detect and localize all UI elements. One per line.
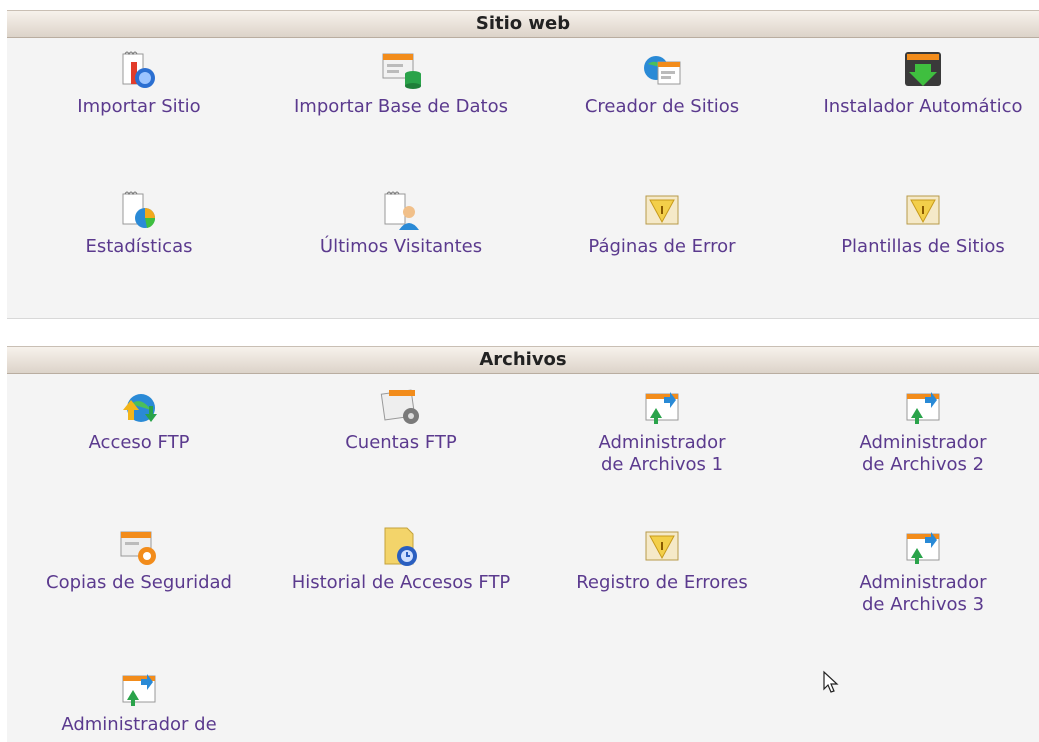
statistics-icon	[122, 191, 156, 228]
file-manager-2-button[interactable]: Administrador de Archivos 2	[795, 384, 1039, 476]
site-builder-icon	[644, 56, 681, 85]
item-label: Importar Base de Datos	[293, 96, 508, 117]
file-manager-icon	[906, 532, 940, 564]
item-label: Administrador de	[61, 714, 217, 735]
ftp-accounts-icon	[380, 389, 419, 424]
file-manager-icon	[906, 392, 940, 424]
item-label: Páginas de Error	[588, 236, 736, 257]
section-sitio-web: Sitio web Importar Sitio Importar Base d…	[7, 10, 1039, 319]
item-label: Administrador de Archivos 1	[598, 432, 726, 475]
ftp-access-icon	[123, 394, 157, 422]
auto-installer-icon	[905, 52, 941, 86]
error-log-icon	[645, 531, 679, 561]
section-archivos: Archivos Acceso FTP Cuentas FTP Administ…	[7, 346, 1039, 742]
item-label: Administrador de Archivos 3	[859, 572, 987, 615]
section-header: Archivos	[7, 346, 1039, 374]
site-templates-icon	[906, 195, 940, 225]
site-builder-button[interactable]: Creador de Sitios	[534, 48, 790, 118]
backup-icon	[120, 531, 156, 565]
file-manager-icon	[645, 392, 679, 424]
item-label: Estadísticas	[85, 236, 193, 257]
ftp-access-button[interactable]: Acceso FTP	[11, 384, 267, 454]
item-label: Cuentas FTP	[345, 432, 457, 453]
file-manager-1-button[interactable]: Administrador de Archivos 1	[534, 384, 790, 476]
import-site-icon	[122, 51, 155, 88]
item-label: Creador de Sitios	[584, 96, 740, 117]
backup-button[interactable]: Copias de Seguridad	[11, 524, 267, 594]
item-label: Últimos Visitantes	[319, 236, 483, 257]
item-label: Instalador Automático	[823, 96, 1023, 117]
error-pages-icon	[645, 195, 679, 225]
item-label: Administrador de Archivos 2	[859, 432, 987, 475]
file-manager-3-button[interactable]: Administrador de Archivos 3	[795, 524, 1039, 616]
item-label: Historial de Accesos FTP	[291, 572, 511, 593]
import-database-button[interactable]: Importar Base de Datos	[273, 48, 529, 118]
latest-visitors-button[interactable]: Últimos Visitantes	[273, 188, 529, 258]
file-manager-4-button[interactable]: Administrador de	[11, 666, 267, 736]
error-log-button[interactable]: Registro de Errores	[534, 524, 790, 594]
item-label: Importar Sitio	[77, 96, 201, 117]
ftp-history-icon	[384, 527, 417, 566]
import-site-button[interactable]: Importar Sitio	[11, 48, 267, 118]
item-label: Acceso FTP	[88, 432, 190, 453]
statistics-button[interactable]: Estadísticas	[11, 188, 267, 258]
file-manager-icon	[122, 674, 156, 706]
import-database-icon	[382, 53, 421, 89]
site-templates-button[interactable]: Plantillas de Sitios	[795, 188, 1039, 258]
error-pages-button[interactable]: Páginas de Error	[534, 188, 790, 258]
item-label: Plantillas de Sitios	[841, 236, 1005, 257]
ftp-accounts-button[interactable]: Cuentas FTP	[273, 384, 529, 454]
auto-installer-button[interactable]: Instalador Automático	[795, 48, 1039, 118]
mouse-pointer-icon	[823, 670, 839, 693]
latest-visitors-icon	[384, 191, 419, 230]
ftp-history-button[interactable]: Historial de Accesos FTP	[273, 524, 529, 594]
item-label: Copias de Seguridad	[46, 572, 232, 593]
section-header: Sitio web	[7, 10, 1039, 38]
item-label: Registro de Errores	[576, 572, 748, 593]
